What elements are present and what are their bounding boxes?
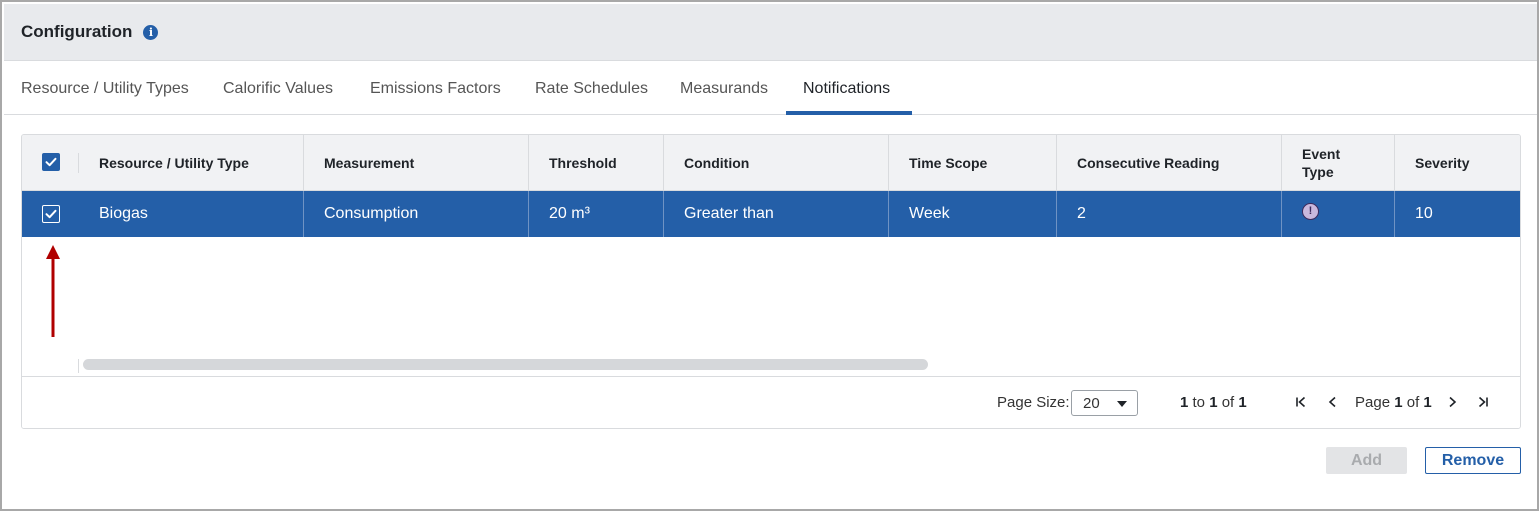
range-from: 1 — [1180, 394, 1189, 411]
checkmark-icon — [45, 209, 57, 219]
tab-resource-utility-types[interactable]: Resource / Utility Types — [21, 62, 189, 115]
pagination-bar: Page Size: 20 1 to 1 of 1 Page 1 of 1 — [22, 376, 1520, 428]
tab-bar: Resource / Utility Types Calorific Value… — [4, 62, 1537, 115]
page-size-label: Page Size: — [997, 394, 1070, 411]
column-header-event-type[interactable]: Event Type — [1282, 135, 1362, 191]
panel-header: Configuration i — [4, 4, 1537, 61]
active-tab-indicator — [786, 111, 912, 115]
select-all-checkbox[interactable] — [42, 153, 60, 171]
cell-threshold: 20 m³ — [549, 205, 590, 222]
tab-measurands[interactable]: Measurands — [680, 62, 768, 115]
row-range-summary: 1 to 1 of 1 — [1180, 394, 1247, 411]
cell-event-type: ! — [1282, 191, 1319, 237]
column-header-condition[interactable]: Condition — [664, 135, 889, 191]
cell-consecutive-reading: 2 — [1077, 205, 1086, 222]
warning-circle-icon: ! — [1302, 202, 1319, 220]
page-current: 1 — [1394, 394, 1403, 411]
caret-down-icon — [1117, 401, 1127, 407]
page-size-select[interactable]: 20 — [1071, 390, 1138, 416]
page-size-value: 20 — [1083, 394, 1100, 412]
add-button[interactable]: Add — [1326, 447, 1407, 474]
page-total: 1 — [1423, 394, 1432, 411]
cell-time-scope: Week — [909, 205, 950, 222]
page-indicator: Page 1 of 1 — [1355, 394, 1432, 411]
annotation-arrow-icon — [46, 245, 60, 337]
page-word: Page — [1355, 394, 1391, 411]
range-total: 1 — [1238, 394, 1247, 411]
notifications-grid: Resource / Utility Type Measurement Thre… — [21, 134, 1521, 429]
page-title: Configuration — [21, 22, 133, 41]
next-page-icon[interactable] — [1442, 389, 1462, 415]
cell-condition: Greater than — [684, 205, 774, 222]
column-header-severity[interactable]: Severity — [1395, 135, 1520, 191]
cell-severity: 10 — [1415, 205, 1433, 222]
range-of-word: of — [1221, 394, 1235, 411]
cell-resource: Biogas — [99, 205, 148, 222]
horizontal-scrollbar[interactable] — [83, 359, 928, 370]
tab-rate-schedules[interactable]: Rate Schedules — [535, 62, 648, 115]
column-header-time-scope[interactable]: Time Scope — [889, 135, 1057, 191]
table-row[interactable]: Biogas Consumption 20 m³ Greater than We… — [22, 191, 1520, 237]
info-icon[interactable]: i — [143, 24, 159, 40]
remove-button[interactable]: Remove — [1425, 447, 1521, 474]
tab-calorific-values[interactable]: Calorific Values — [223, 62, 333, 115]
first-page-icon[interactable] — [1291, 389, 1311, 415]
page-of-word: of — [1406, 394, 1420, 411]
cell-measurement: Consumption — [324, 205, 419, 222]
column-header-threshold[interactable]: Threshold — [529, 135, 664, 191]
range-to-word: to — [1192, 394, 1206, 411]
configuration-panel: Configuration i Resource / Utility Types… — [0, 0, 1539, 511]
tab-emissions-factors[interactable]: Emissions Factors — [370, 62, 501, 115]
range-to: 1 — [1209, 394, 1218, 411]
column-header-consecutive-reading[interactable]: Consecutive Reading — [1057, 135, 1282, 191]
grid-header-row: Resource / Utility Type Measurement Thre… — [22, 135, 1520, 191]
previous-page-icon[interactable] — [1323, 389, 1343, 415]
tab-notifications[interactable]: Notifications — [803, 62, 890, 115]
last-page-icon[interactable] — [1473, 389, 1493, 415]
checkmark-icon — [45, 157, 57, 167]
column-header-resource[interactable]: Resource / Utility Type — [79, 135, 304, 191]
pinned-column-divider — [78, 359, 79, 373]
column-header-measurement[interactable]: Measurement — [304, 135, 529, 191]
row-select-checkbox[interactable] — [42, 205, 60, 223]
